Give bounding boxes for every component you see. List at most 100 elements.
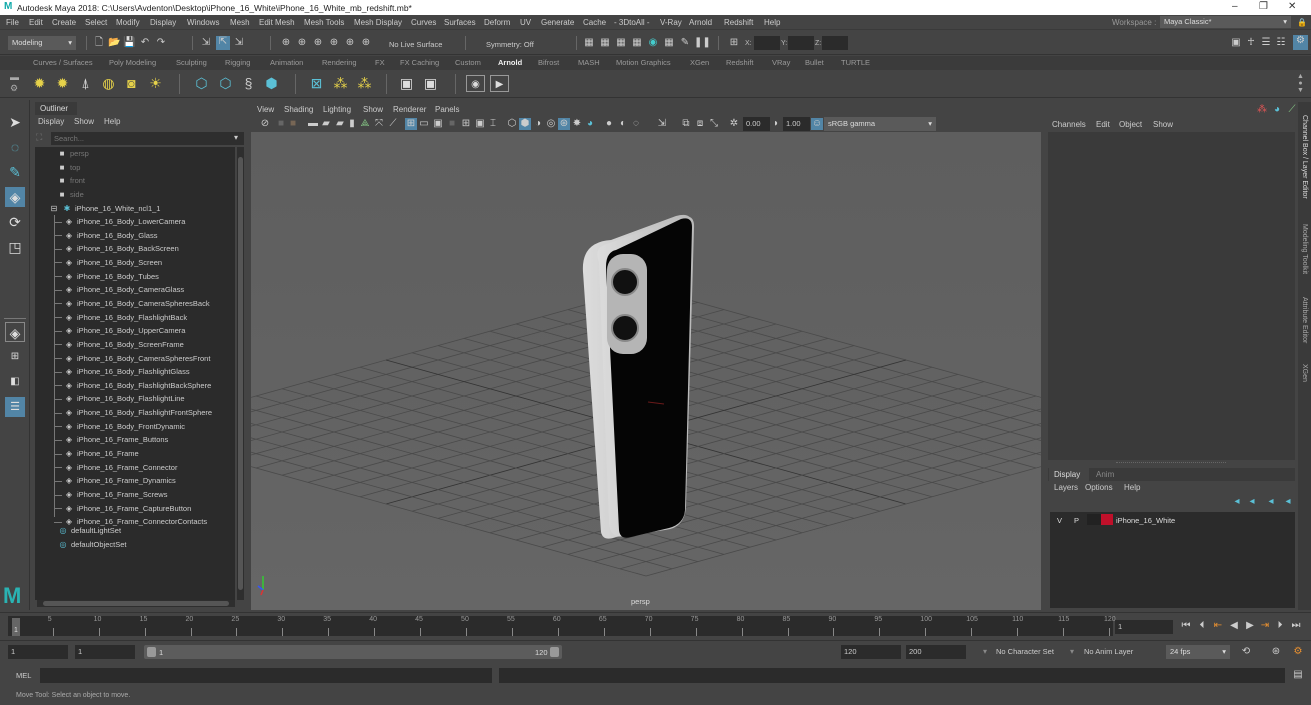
snap-grid-icon[interactable]: ⊕ (280, 37, 292, 49)
outliner-item[interactable]: ◈ iPhone_16_Body_Screen (54, 256, 162, 269)
shelf-tab-arnold[interactable]: Arnold (498, 58, 522, 67)
x-field[interactable] (754, 36, 780, 50)
safe-title-icon[interactable]: ⌶ (487, 118, 499, 130)
search-dropdown-icon[interactable]: ▾ (234, 133, 238, 142)
outliner-layout-icon[interactable]: ☰ (5, 397, 25, 417)
wireframe-icon[interactable]: ⟋ (387, 118, 399, 130)
film-gate-icon[interactable]: ▭ (418, 118, 430, 130)
grid-toggle-icon[interactable]: ⊞ (405, 118, 417, 130)
layer-playback-toggle[interactable]: P (1074, 516, 1079, 525)
script-editor-icon[interactable]: ▤ (1292, 669, 1304, 681)
shelf-tab-custom[interactable]: Custom (455, 58, 481, 67)
outliner-item[interactable]: ◈ iPhone_16_Body_FlashlightLine (54, 392, 185, 405)
viewport-menu-panels[interactable]: Panels (435, 105, 459, 114)
render-view-icon[interactable]: ▦ (583, 37, 595, 49)
lasso-tool-icon[interactable]: ◌ (5, 137, 25, 157)
tool-settings-icon[interactable]: ⟋ (1286, 104, 1298, 116)
scrollbar-thumb[interactable] (238, 157, 243, 590)
side-tab-channel-box[interactable]: Channel Box / Layer Editor (1298, 107, 1311, 207)
script-language-toggle[interactable]: MEL (16, 671, 31, 680)
viewport-menu-view[interactable]: View (257, 105, 274, 114)
tx-manager-icon[interactable]: ▣ (398, 75, 415, 92)
gamma-icon[interactable]: ◗ (770, 118, 782, 130)
human-ik-icon[interactable]: ☥ (1245, 37, 1257, 49)
shelf-tab-motion-graphics[interactable]: Motion Graphics (616, 58, 671, 67)
outliner-item[interactable]: ◈ iPhone_16_Body_FrontDynamic (54, 420, 185, 433)
view-transform-dropdown[interactable]: sRGB gamma ▾ (824, 117, 936, 131)
menu-mesh-display[interactable]: Mesh Display (354, 18, 402, 27)
channel-box-icon[interactable]: ⁂ (1256, 104, 1268, 116)
save-scene-icon[interactable]: 💾 (123, 37, 135, 49)
outliner-item[interactable]: ◈ iPhone_16_Body_Glass (54, 229, 157, 242)
y-field[interactable] (788, 36, 814, 50)
menu-set-dropdown[interactable]: Modeling ▾ (8, 36, 76, 50)
render-settings-icon[interactable]: ▦ (631, 37, 643, 49)
screen-space-ao-icon[interactable]: ● (603, 118, 615, 130)
outliner-item[interactable]: ◈ iPhone_16_Frame_Dynamics (54, 474, 176, 487)
outliner-item[interactable]: ◈ iPhone_16_Body_FlashlightBackSphere (54, 379, 211, 392)
menu-uv[interactable]: UV (520, 18, 531, 27)
layer-menu-options[interactable]: Options (1085, 483, 1113, 492)
range-start-handle[interactable] (147, 647, 156, 657)
transform-mode-icon[interactable]: ⊞ (728, 37, 740, 49)
gamma-field[interactable]: 1.00 (783, 117, 810, 131)
play-forwards-icon[interactable]: ▶ (1244, 620, 1256, 632)
character-set-dropdown[interactable]: No Character Set (996, 647, 1054, 656)
z-field[interactable] (822, 36, 848, 50)
current-frame-field[interactable]: 1 (1115, 620, 1173, 634)
move-tool-icon[interactable]: ◈ (5, 187, 25, 207)
current-time-indicator[interactable]: 1 (12, 618, 20, 636)
mesh-light-icon[interactable]: ✹ (54, 75, 71, 92)
menu-help[interactable]: Help (764, 18, 780, 27)
new-empty-layer-icon[interactable]: ◂ (1265, 496, 1277, 508)
select-component-icon[interactable]: ⇲ (233, 37, 245, 49)
exposure-field[interactable]: 0.00 (743, 117, 770, 131)
shelf-tab-mash[interactable]: MASH (578, 58, 600, 67)
chevron-down-icon[interactable]: ▾ (1070, 647, 1074, 656)
play-render-icon[interactable]: ▶ (490, 75, 509, 92)
range-bar[interactable]: 1 120 (144, 645, 562, 659)
layer-tab-display[interactable]: Display (1049, 468, 1089, 481)
shelf-tab-animation[interactable]: Animation (270, 58, 303, 67)
outliner-menu-show[interactable]: Show (74, 117, 94, 126)
select-object-icon[interactable]: ⇱ (216, 36, 230, 50)
menu-windows[interactable]: Windows (187, 18, 219, 27)
menu-generate[interactable]: Generate (541, 18, 574, 27)
command-input[interactable] (40, 668, 492, 683)
time-ruler[interactable]: 5 10 15 20 25 30 35 40 45 50 55 60 65 70 75 80 85 90 95 100… (8, 616, 1116, 636)
menu-edit-mesh[interactable]: Edit Mesh (259, 18, 295, 27)
side-tab-xgen[interactable]: XGen (1298, 360, 1311, 385)
motion-blur-icon[interactable]: ◐ (617, 118, 629, 130)
go-to-end-icon[interactable]: ⏭ (1290, 620, 1302, 632)
menu-3dtoall[interactable]: - 3DtoAll - (614, 18, 650, 27)
outliner-menu-display[interactable]: Display (38, 117, 64, 126)
outliner-item[interactable]: ◈ iPhone_16_Body_Tubes (54, 270, 159, 283)
hypershade-icon[interactable]: ◉ (647, 37, 659, 49)
light-manager-icon[interactable]: ▣ (422, 75, 439, 92)
layer-menu-help[interactable]: Help (1124, 483, 1140, 492)
playback-start-field[interactable]: 1 (75, 645, 135, 659)
play-backwards-icon[interactable]: ◀ (1228, 620, 1240, 632)
snap-view-icon[interactable]: ⊕ (328, 37, 340, 49)
layer-color-swatch[interactable] (1101, 514, 1113, 525)
paint-select-tool-icon[interactable]: ✎ (5, 162, 25, 182)
layer-name[interactable]: iPhone_16_White (1116, 516, 1175, 525)
shelf-scroll-icon[interactable]: ▲ ● ▼ (1297, 73, 1304, 94)
side-tab-attribute-editor[interactable]: Attribute Editor (1298, 290, 1311, 350)
safe-action-icon[interactable]: ▣ (474, 118, 486, 130)
undo-icon[interactable]: ↶ (139, 37, 151, 49)
animation-end-field[interactable]: 200 (906, 645, 966, 659)
menu-file[interactable]: File (6, 18, 19, 27)
shelf-tab-curves-surfaces[interactable]: Curves / Surfaces (33, 58, 93, 67)
frame-selected-icon[interactable]: ⤡ (708, 118, 720, 130)
redo-icon[interactable]: ↷ (155, 37, 167, 49)
minimize-button[interactable]: – (1232, 1, 1238, 12)
wireframe-shading-icon[interactable]: ⬡ (506, 118, 518, 130)
outliner-item[interactable]: ◈ iPhone_16_Frame_Buttons (54, 433, 168, 446)
create-standin-icon[interactable]: ⬡ (193, 75, 210, 92)
render-view-arnold-icon[interactable]: ⊠ (308, 75, 325, 92)
layer-menu-layers[interactable]: Layers (1054, 483, 1078, 492)
go-to-start-icon[interactable]: ⏮ (1180, 620, 1192, 632)
step-back-frame-icon[interactable]: ⏴ (1196, 620, 1208, 632)
outliner-item[interactable]: ◈ iPhone_16_Body_FlashlightBack (54, 311, 187, 324)
